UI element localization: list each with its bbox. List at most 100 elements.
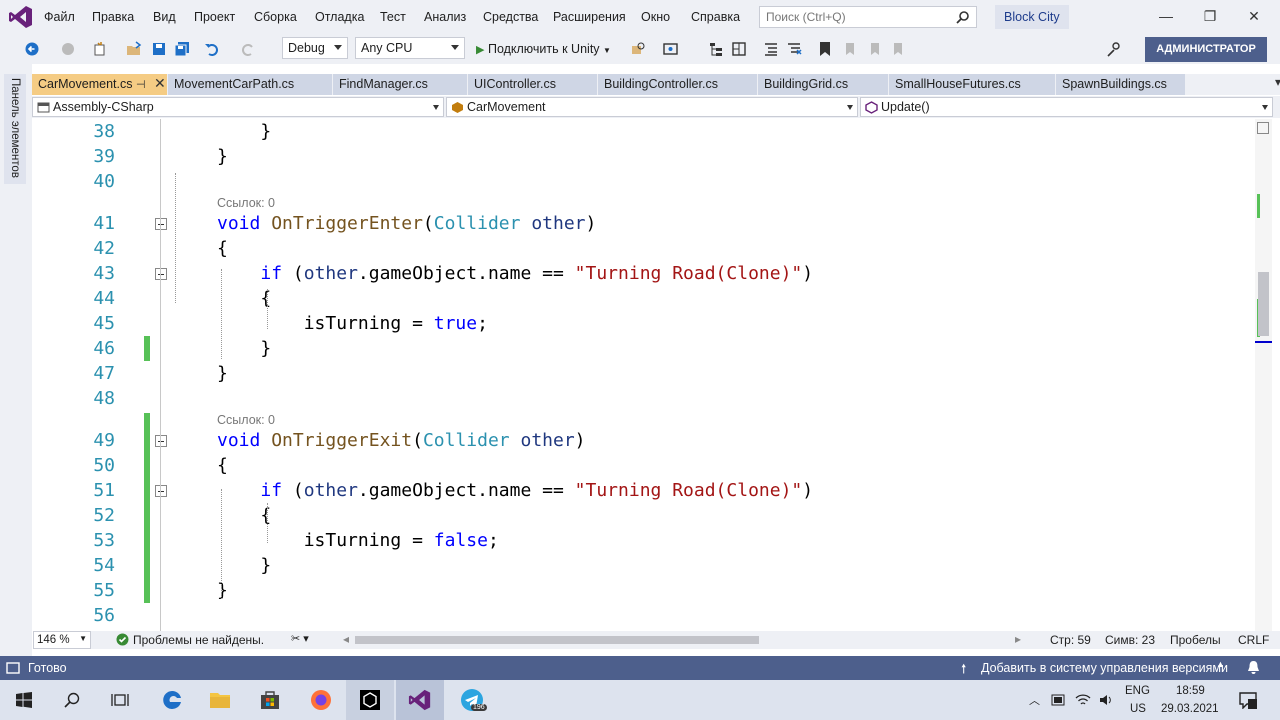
codelens-references[interactable]: Ссылок: 0 bbox=[217, 413, 275, 427]
new-project-icon[interactable] bbox=[92, 41, 108, 57]
search-input[interactable]: Поиск (Ctrl+Q) bbox=[759, 6, 977, 28]
screenshot-icon[interactable] bbox=[663, 41, 679, 57]
zoom-dropdown[interactable]: 146 % ▼ bbox=[33, 631, 91, 649]
menu-item[interactable]: Сборка bbox=[254, 10, 297, 24]
code-line[interactable]: if (other.gameObject.name == "Turning Ro… bbox=[217, 478, 813, 503]
class-dropdown[interactable]: CarMovement bbox=[446, 97, 858, 117]
tab-list-dropdown-icon[interactable]: ▾ bbox=[1275, 75, 1280, 89]
member-dropdown[interactable]: Update() bbox=[860, 97, 1273, 117]
task-view-button[interactable] bbox=[96, 680, 144, 720]
file-explorer-app[interactable] bbox=[196, 680, 244, 720]
menu-item[interactable]: Файл bbox=[44, 10, 75, 24]
firefox-app[interactable] bbox=[297, 680, 345, 720]
add-to-source-control-button[interactable]: Добавить в систему управления версиями bbox=[981, 661, 1228, 675]
tab-file[interactable]: UIController.cs bbox=[468, 74, 598, 95]
tab-file[interactable]: MovementCarPath.cs bbox=[168, 74, 333, 95]
clock-date[interactable]: 29.03.2021 bbox=[1161, 703, 1219, 715]
menu-item[interactable]: Средства bbox=[483, 10, 538, 24]
code-line[interactable]: { bbox=[217, 236, 228, 261]
code-line[interactable]: } bbox=[217, 119, 271, 144]
code-line[interactable]: } bbox=[217, 144, 228, 169]
whitespace-indicator[interactable]: Пробелы bbox=[1170, 633, 1221, 647]
code-line[interactable]: { bbox=[217, 286, 271, 311]
minimize-icon[interactable]: — bbox=[1157, 8, 1175, 24]
menu-item[interactable]: Справка bbox=[691, 10, 740, 24]
clock-time[interactable]: 18:59 bbox=[1176, 685, 1205, 697]
output-window-icon[interactable] bbox=[6, 661, 20, 675]
codelens-references[interactable]: Ссылок: 0 bbox=[217, 196, 275, 210]
menu-item[interactable]: Отладка bbox=[315, 10, 364, 24]
volume-icon[interactable] bbox=[1098, 692, 1114, 708]
find-in-files-icon[interactable] bbox=[630, 41, 646, 57]
uncomment-lines-icon[interactable] bbox=[786, 41, 802, 57]
collapse-icon[interactable] bbox=[155, 218, 167, 230]
chevron-up-icon[interactable]: ▲ bbox=[1216, 659, 1225, 669]
open-folder-icon[interactable] bbox=[126, 41, 142, 57]
attach-to-unity-button[interactable]: ▶ Подключить к Unity ▼ bbox=[472, 39, 615, 59]
project-dropdown[interactable]: Assembly-CSharp bbox=[32, 97, 444, 117]
code-line[interactable]: } bbox=[217, 361, 228, 386]
close-window-icon[interactable]: ✕ bbox=[1245, 8, 1263, 24]
menu-item[interactable]: Тест bbox=[380, 10, 406, 24]
code-line[interactable]: { bbox=[217, 503, 271, 528]
code-line[interactable]: } bbox=[217, 336, 271, 361]
menu-item[interactable]: Окно bbox=[641, 10, 670, 24]
keyboard-layout[interactable]: US bbox=[1130, 703, 1146, 715]
start-button[interactable] bbox=[0, 680, 48, 720]
visual-studio-app[interactable] bbox=[396, 680, 444, 720]
tab-file[interactable]: BuildingGrid.cs bbox=[758, 74, 889, 95]
visual-studio-logo-icon[interactable] bbox=[8, 4, 34, 30]
save-all-icon[interactable] bbox=[174, 41, 190, 57]
unity-app[interactable] bbox=[346, 680, 394, 720]
edge-app[interactable] bbox=[148, 680, 196, 720]
battery-icon[interactable] bbox=[1051, 693, 1067, 707]
vertical-scroll-thumb[interactable] bbox=[1258, 272, 1269, 336]
horizontal-scroll-thumb[interactable] bbox=[355, 636, 759, 644]
menu-item[interactable]: Проект bbox=[194, 10, 235, 24]
collapse-icon[interactable] bbox=[155, 435, 167, 447]
code-line[interactable]: void OnTriggerEnter(Collider other) bbox=[217, 211, 596, 236]
toolbox-tab[interactable]: Панель элементов bbox=[4, 74, 26, 184]
menu-item[interactable]: Вид bbox=[153, 10, 176, 24]
code-editor[interactable]: 38 } 39} 40 41 void OnTriggerEnter(Collider … bbox=[33, 119, 1255, 631]
chevron-up-icon[interactable]: ︿ bbox=[1029, 692, 1040, 708]
code-line[interactable]: void OnTriggerExit(Collider other) bbox=[217, 428, 586, 453]
next-bookmark-icon[interactable] bbox=[865, 41, 881, 57]
close-tab-icon[interactable]: ✕ bbox=[154, 75, 166, 92]
menu-item[interactable]: Анализ bbox=[424, 10, 466, 24]
undo-icon[interactable] bbox=[204, 41, 220, 57]
search-taskbar-button[interactable] bbox=[48, 680, 96, 720]
hierarchy-icon[interactable] bbox=[708, 41, 724, 57]
platform-dropdown[interactable]: Any CPU bbox=[355, 37, 465, 59]
problems-status[interactable]: Проблемы не найдены. bbox=[133, 633, 264, 647]
notifications-bell-icon[interactable] bbox=[1246, 660, 1261, 676]
back-icon[interactable] bbox=[24, 41, 40, 57]
action-center-icon[interactable] bbox=[1239, 691, 1257, 709]
clear-bookmarks-icon[interactable] bbox=[888, 41, 904, 57]
vertical-scrollbar[interactable] bbox=[1255, 119, 1272, 631]
prev-bookmark-icon[interactable] bbox=[840, 41, 856, 57]
tab-file[interactable]: FindManager.cs bbox=[333, 74, 468, 95]
layout-icon[interactable] bbox=[731, 41, 747, 57]
live-share-icon[interactable] bbox=[1106, 41, 1122, 57]
tab-file[interactable]: SmallHouseFutures.cs bbox=[889, 74, 1056, 95]
column-indicator[interactable]: Симв: 23 bbox=[1105, 633, 1155, 647]
scroll-right-icon[interactable]: ▸ bbox=[1015, 632, 1021, 646]
tab-file[interactable]: BuildingController.cs bbox=[598, 74, 758, 95]
configuration-dropdown[interactable]: Debug bbox=[282, 37, 348, 59]
code-line[interactable]: } bbox=[217, 553, 271, 578]
code-line[interactable]: { bbox=[217, 453, 228, 478]
tab-file[interactable]: SpawnBuildings.cs bbox=[1056, 74, 1186, 95]
input-language[interactable]: ENG bbox=[1125, 685, 1150, 697]
code-cleanup-icon[interactable]: ✂ ▾ bbox=[291, 632, 309, 645]
collapse-icon[interactable] bbox=[155, 268, 167, 280]
collapse-icon[interactable] bbox=[155, 485, 167, 497]
telegram-app[interactable]: 196 bbox=[448, 680, 496, 720]
code-line[interactable]: isTurning = false; bbox=[217, 528, 499, 553]
forward-icon[interactable] bbox=[60, 41, 76, 57]
split-icon[interactable] bbox=[1257, 122, 1269, 134]
save-icon[interactable] bbox=[151, 41, 167, 57]
line-ending-indicator[interactable]: CRLF bbox=[1238, 633, 1269, 647]
pin-icon[interactable]: ⊣ bbox=[136, 78, 146, 91]
code-line[interactable]: } bbox=[217, 578, 228, 603]
